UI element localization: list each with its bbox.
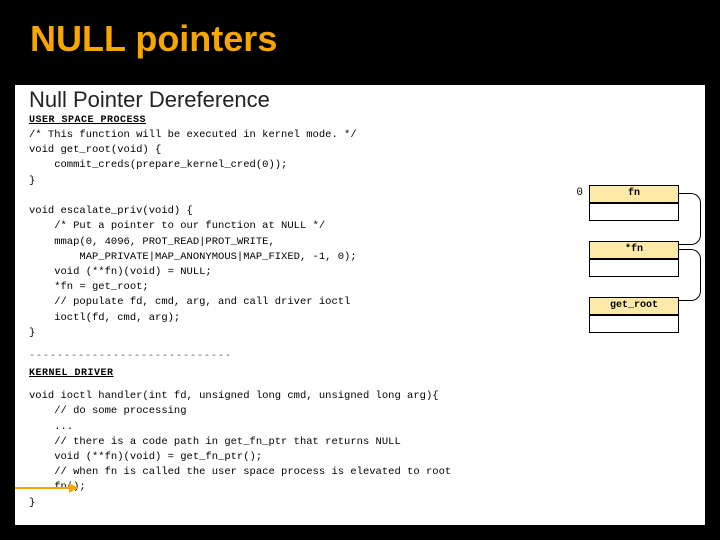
highlight-arrow <box>15 487 77 489</box>
mem-box-empty-3 <box>589 315 679 333</box>
userspace-label: USER SPACE PROCESS <box>15 115 705 126</box>
pointer-link-2 <box>679 249 701 301</box>
kernel-code: void ioctl handler(int fd, unsigned long… <box>15 387 705 511</box>
kernel-label: KERNEL DRIVER <box>15 368 705 379</box>
mem-box-fn: fn <box>589 185 679 203</box>
mem-box-empty-1 <box>589 203 679 221</box>
memory-diagram: 0 fn *fn get_root <box>559 185 699 333</box>
mem-box-getroot: get_root <box>589 297 679 315</box>
mem-box-empty-2 <box>589 259 679 277</box>
content-panel: Null Pointer Dereference USER SPACE PROC… <box>15 85 705 525</box>
divider-dashes: ----------------------------- <box>15 351 705 362</box>
mem-addr-0: 0 <box>559 185 589 199</box>
mem-box-starfn: *fn <box>589 241 679 259</box>
slide-title: NULL pointers <box>0 0 720 60</box>
subtitle: Null Pointer Dereference <box>15 85 705 115</box>
pointer-link-1 <box>679 193 701 245</box>
